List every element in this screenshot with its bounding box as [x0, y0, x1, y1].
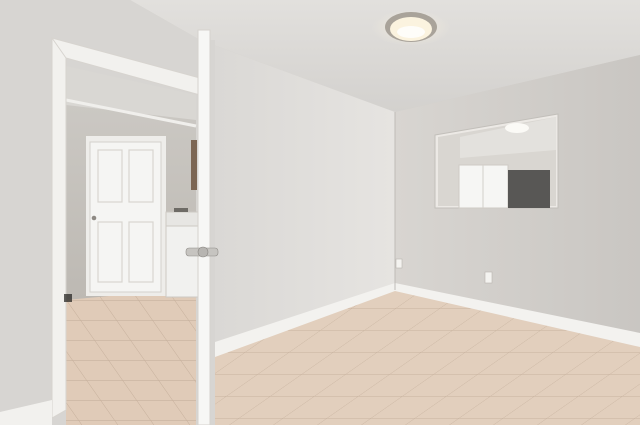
outlet-center	[395, 258, 403, 269]
wall-panel	[191, 140, 197, 190]
doorway-trim-left	[51, 37, 67, 419]
door-knob	[91, 215, 97, 221]
interior-door	[89, 141, 162, 293]
room-illustration	[0, 0, 640, 425]
mirror-reflected-opening	[508, 170, 550, 208]
outlet-right	[484, 271, 493, 284]
hallway-floor	[66, 288, 196, 425]
open-door-edge	[197, 29, 211, 425]
washing-machine	[165, 223, 199, 298]
room-photo	[0, 0, 640, 425]
